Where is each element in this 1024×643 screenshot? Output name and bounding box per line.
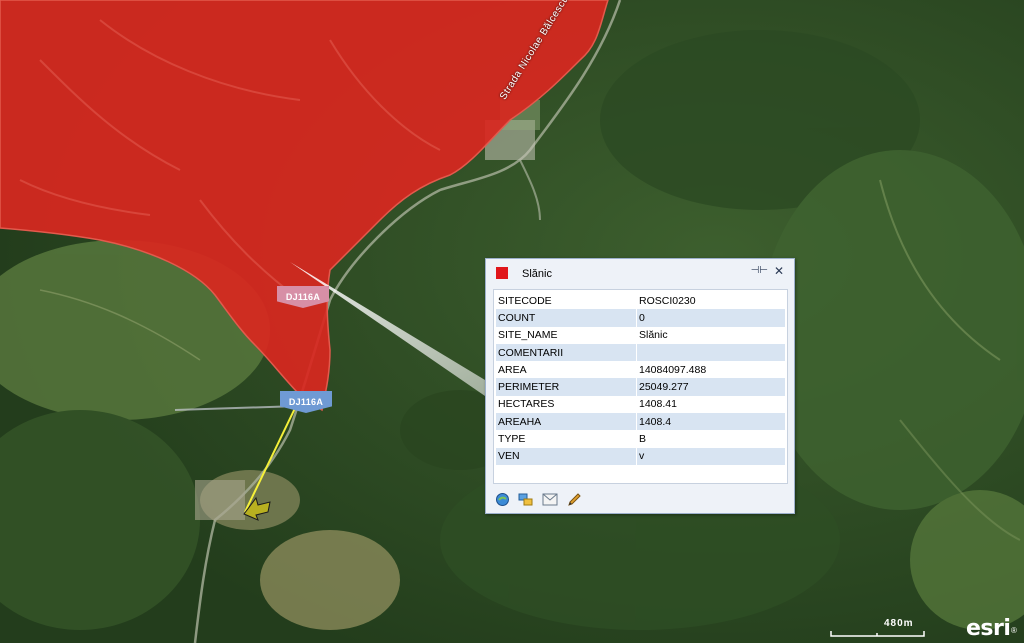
feature-info-popup[interactable]: Slănic ⊣⊢ ✕ SITECODE ROSCI0230 COUNT 0 SITE_…: [485, 258, 795, 514]
attribute-key: COUNT: [496, 309, 637, 327]
attribute-value: 14084097.488: [636, 361, 785, 379]
attribute-value: [636, 343, 785, 362]
attribute-value: ROSCI0230: [636, 292, 785, 310]
attribute-value: v: [636, 447, 785, 465]
layer-swatch-icon: [496, 267, 508, 279]
attribute-key: PERIMETER: [496, 378, 637, 396]
attribute-key: SITE_NAME: [498, 329, 558, 342]
attribute-row: VEN v: [496, 447, 785, 465]
attribute-key: COMENTARII: [496, 343, 637, 362]
attribute-value: 25049.277: [636, 378, 785, 396]
registered-mark: ®: [1011, 626, 1017, 635]
esri-logo: esri: [966, 616, 1011, 641]
attribute-key: AREA: [498, 363, 527, 376]
attribute-key: TYPE: [498, 433, 526, 446]
zoom-to-icon[interactable]: [494, 491, 510, 507]
attribute-row: AREA 14084097.488: [496, 361, 785, 379]
attribute-value: 0: [636, 309, 785, 327]
attribute-value: B: [636, 430, 785, 448]
popup-titlebar: Slănic ⊣⊢ ✕: [486, 259, 794, 287]
attribute-value: Slănic: [636, 326, 785, 344]
attributes-table: SITECODE ROSCI0230 COUNT 0 SITE_NAME Slănic CO…: [496, 292, 785, 465]
edit-pencil-icon[interactable]: [566, 491, 582, 507]
attribute-row: COUNT 0: [496, 309, 785, 327]
attribute-row: COMENTARII: [496, 343, 785, 362]
popup-toolbar: [494, 491, 582, 507]
attribute-value: 1408.4: [636, 413, 785, 431]
attribute-key: VEN: [496, 447, 637, 465]
popup-title: Slănic: [522, 268, 552, 280]
attribute-value: 1408.41: [636, 395, 785, 414]
attribute-row: SITECODE ROSCI0230: [496, 292, 785, 310]
email-icon[interactable]: [542, 491, 558, 507]
scale-label: 480m: [884, 618, 914, 629]
attribute-row: AREAHA 1408.4: [496, 413, 785, 431]
attribute-row: TYPE B: [496, 430, 785, 448]
layers-icon[interactable]: [518, 491, 534, 507]
attribute-row: SITE_NAME Slănic: [496, 326, 785, 344]
attribute-key: HECTARES: [498, 398, 555, 411]
attribute-key: SITECODE: [498, 294, 552, 307]
attribute-row: HECTARES 1408.41: [496, 395, 785, 414]
pin-icon[interactable]: ⊣⊢: [751, 265, 768, 276]
close-icon[interactable]: ✕: [774, 264, 784, 278]
attribute-key: AREAHA: [496, 413, 637, 431]
attribute-row: PERIMETER 25049.277: [496, 378, 785, 396]
attributes-table-container[interactable]: SITECODE ROSCI0230 COUNT 0 SITE_NAME Slănic CO…: [493, 289, 788, 484]
